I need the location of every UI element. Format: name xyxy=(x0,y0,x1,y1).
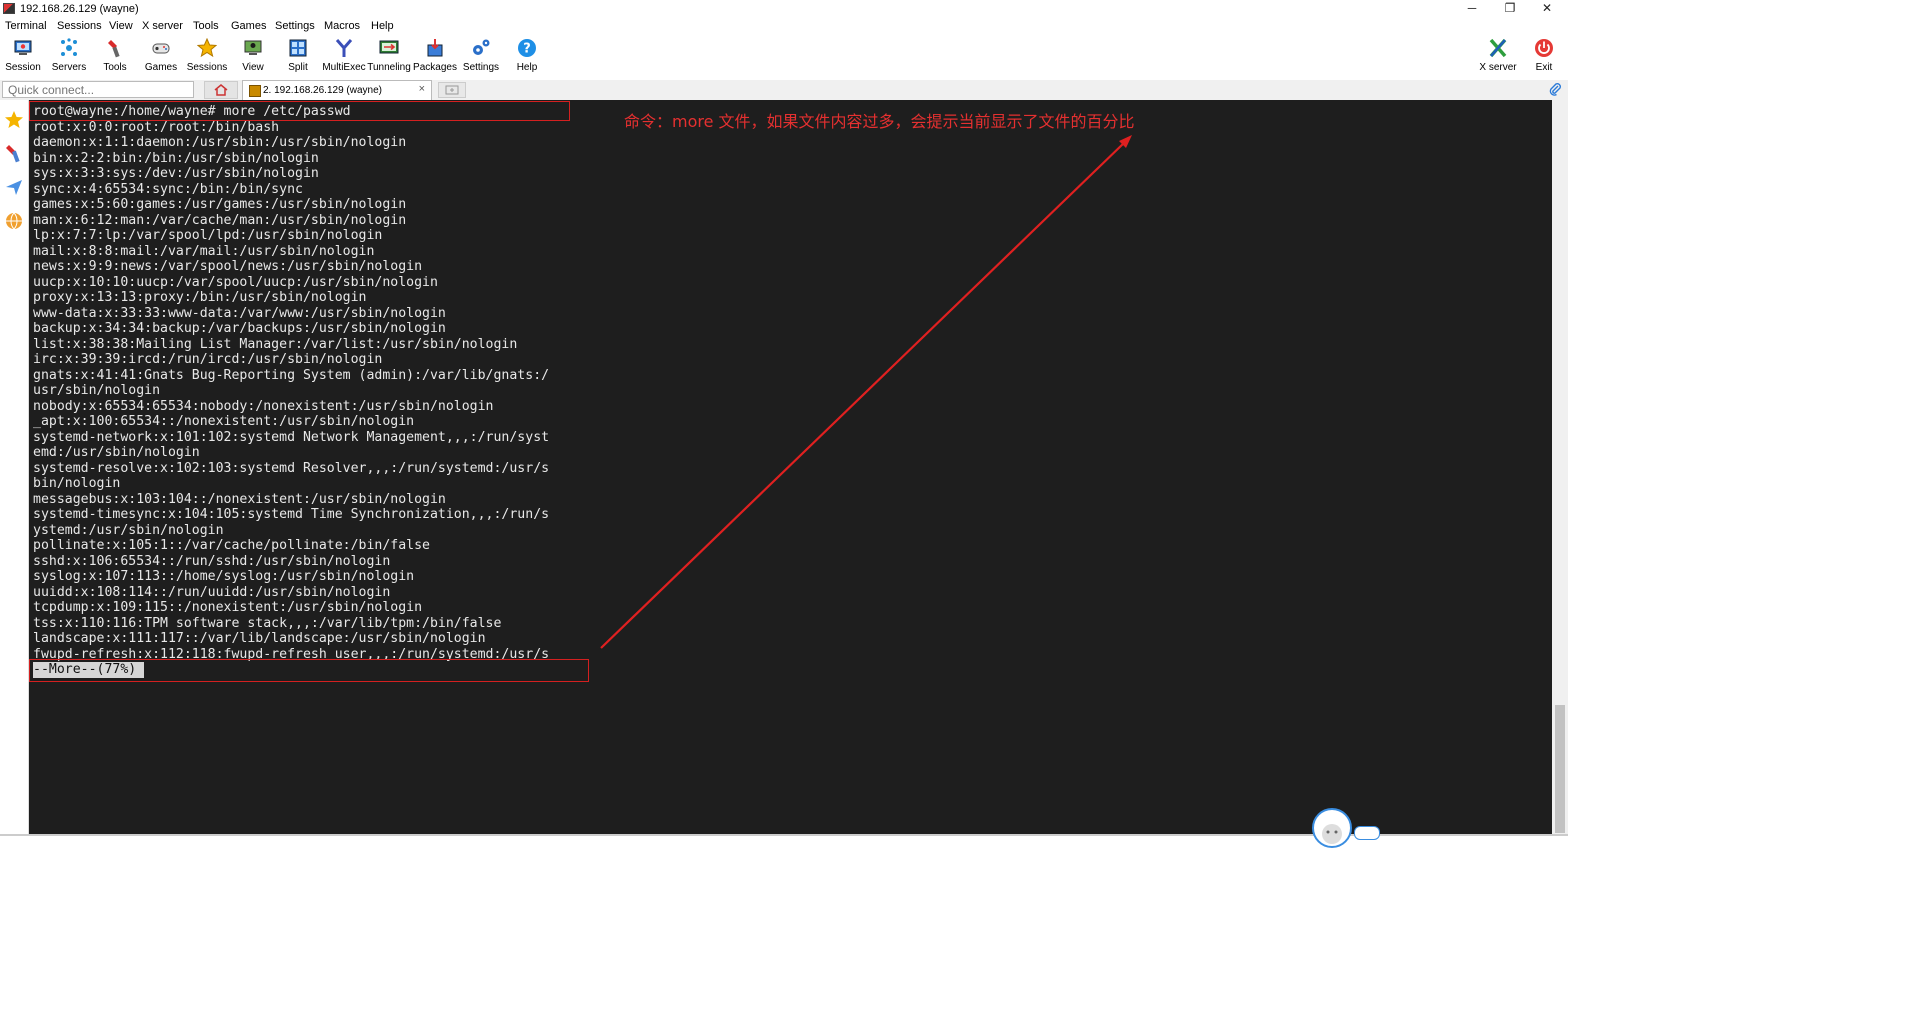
help-icon: ? xyxy=(518,39,536,57)
new-tab-icon xyxy=(445,85,459,95)
svg-text:?: ? xyxy=(523,42,531,57)
ssh-session-icon xyxy=(249,85,261,97)
tab-bar: 2. 192.168.26.129 (wayne) × xyxy=(0,80,1568,100)
menu-help[interactable]: Help xyxy=(371,20,394,32)
tools-icon xyxy=(108,40,120,58)
toolbar: Session Servers Tools Games Sessions Vie… xyxy=(0,34,1568,78)
globe-icon[interactable] xyxy=(4,211,24,231)
servers-icon xyxy=(61,38,77,56)
tools-side-icon[interactable] xyxy=(4,143,24,163)
view-icon xyxy=(244,40,262,55)
menu-sessions[interactable]: Sessions xyxy=(57,20,102,32)
exit-icon xyxy=(1535,39,1553,57)
menu-bar: Terminal Sessions View X server Tools Ga… xyxy=(0,18,1568,34)
side-panel xyxy=(0,100,29,836)
help-label: Help xyxy=(516,62,538,73)
restore-button[interactable]: ❐ xyxy=(1492,0,1528,18)
minimize-button[interactable]: ─ xyxy=(1454,0,1490,18)
menu-macros[interactable]: Macros xyxy=(324,20,360,32)
games-icon xyxy=(152,43,170,54)
attachment-icon[interactable] xyxy=(1548,82,1562,99)
help-button[interactable]: ? Help xyxy=(504,34,550,78)
tab-close-icon[interactable]: × xyxy=(419,83,425,95)
new-tab-button[interactable] xyxy=(438,82,466,98)
avatar-badge xyxy=(1354,826,1380,840)
title-bar: 192.168.26.129 (wayne) ─ ❐ ✕ xyxy=(0,0,1568,18)
scrollbar-thumb[interactable] xyxy=(1555,705,1565,833)
window-title: 192.168.26.129 (wayne) xyxy=(20,3,139,15)
menu-view[interactable]: View xyxy=(109,20,133,32)
sessions-star-icon xyxy=(197,38,217,58)
exit-label: Exit xyxy=(1535,62,1553,73)
home-icon xyxy=(214,84,228,96)
settings-icon xyxy=(473,39,490,55)
x-server-icon xyxy=(1489,38,1507,58)
tunneling-icon xyxy=(379,40,399,54)
session-icon xyxy=(14,40,32,55)
tab-session-label: 2. 192.168.26.129 (wayne) xyxy=(263,85,382,96)
annotation-arrow xyxy=(600,135,1132,649)
exit-button[interactable]: Exit xyxy=(1521,34,1567,78)
app-logo-icon xyxy=(3,3,15,14)
terminal[interactable]: root@wayne:/home/wayne# more /etc/passwd… xyxy=(29,100,1552,834)
send-icon[interactable] xyxy=(4,177,24,197)
menu-x-server[interactable]: X server xyxy=(142,20,183,32)
home-tab[interactable] xyxy=(204,81,238,99)
split-icon xyxy=(289,39,307,57)
menu-games[interactable]: Games xyxy=(231,20,266,32)
menu-settings[interactable]: Settings xyxy=(275,20,315,32)
multiexec-icon xyxy=(335,39,353,57)
menu-tools[interactable]: Tools xyxy=(193,20,219,32)
quick-connect-input[interactable] xyxy=(2,81,194,98)
close-button[interactable]: ✕ xyxy=(1529,0,1565,18)
tab-session[interactable]: 2. 192.168.26.129 (wayne) × xyxy=(242,80,432,100)
menu-terminal[interactable]: Terminal xyxy=(5,20,47,32)
vertical-scrollbar[interactable] xyxy=(1552,100,1568,834)
avatar[interactable] xyxy=(1312,808,1352,848)
star-icon[interactable] xyxy=(4,110,24,130)
packages-icon xyxy=(427,39,443,57)
